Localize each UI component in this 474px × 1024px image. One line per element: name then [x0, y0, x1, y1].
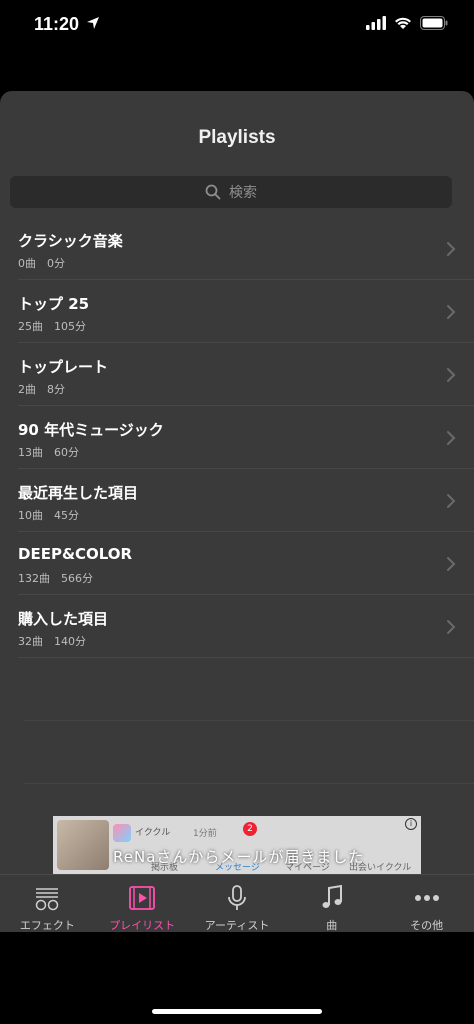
music-note-icon	[322, 884, 342, 908]
tab-playlist[interactable]: プレイリスト	[95, 875, 190, 932]
tab-label: その他	[410, 919, 444, 932]
list-item[interactable]: 購入した項目 32曲 140分	[18, 595, 474, 658]
playlist-meta: 2曲 8分	[18, 383, 65, 396]
location-arrow-icon	[87, 17, 99, 29]
tab-songs[interactable]: 曲	[284, 875, 379, 932]
tab-more[interactable]: その他	[379, 875, 474, 932]
status-bar: 11:20	[0, 0, 474, 52]
empty-row	[24, 658, 474, 721]
wifi-icon	[395, 17, 411, 29]
list-item[interactable]: DEEP&COLOR 132曲 566分	[18, 532, 474, 595]
chevron-right-icon	[447, 242, 456, 256]
playlist-title: 購入した項目	[18, 610, 109, 628]
ad-message: ReNaさんからメールが届きました	[113, 848, 365, 866]
tab-artist[interactable]: アーティスト	[190, 875, 285, 932]
playlist-meta: 13曲 60分	[18, 446, 79, 459]
more-icon	[414, 895, 439, 901]
list-item[interactable]: 90 年代ミュージック 13曲 60分	[18, 406, 474, 469]
home-indicator[interactable]	[152, 1009, 322, 1014]
playlist-meta: 0曲 0分	[18, 257, 65, 270]
chevron-right-icon	[447, 368, 456, 382]
playlist-title: クラシック音楽	[18, 232, 123, 250]
tab-effect[interactable]: エフェクト	[0, 875, 95, 932]
page-title: Playlists	[198, 127, 276, 148]
microphone-icon	[228, 885, 246, 910]
search-placeholder: 検索	[229, 185, 257, 201]
ad-time: 1分前	[193, 829, 217, 839]
chevron-right-icon	[447, 305, 456, 319]
search-bar[interactable]: 検索	[10, 176, 452, 208]
tab-label: プレイリスト	[109, 919, 176, 932]
chevron-right-icon	[447, 494, 456, 508]
chevron-right-icon	[447, 557, 456, 571]
list-item[interactable]: トップレート 2曲 8分	[18, 343, 474, 406]
battery-icon	[420, 16, 448, 30]
playlist-title: トップ 25	[18, 295, 90, 313]
ad-app-icon	[113, 824, 131, 842]
playlist-title: 90 年代ミュージック	[18, 421, 164, 439]
ad-badge: 2	[243, 822, 257, 836]
tab-bar: エフェクト プレイリスト アーティスト 曲 その他	[0, 874, 474, 932]
playlist-list: クラシック音楽 0曲 0分 トップ 25 25曲 105分 トップレート 2曲 …	[0, 217, 474, 784]
ad-avatar	[57, 820, 109, 870]
ad-app-name: イククル	[135, 828, 171, 838]
playlists-sheet: Playlists 検索 クラシック音楽 0曲 0分 トップ 25 25曲 10…	[0, 91, 474, 932]
ad-banner[interactable]: イククル 1分前 掲示板 メッセージ マイページ 出会いイククル 2 ReNaさ…	[53, 816, 421, 874]
tab-label: エフェクト	[19, 919, 75, 932]
search-icon	[205, 184, 221, 200]
playlist-icon	[129, 886, 156, 910]
empty-row	[24, 721, 474, 784]
playlist-meta: 132曲 566分	[18, 572, 93, 585]
playlist-title: トップレート	[18, 358, 109, 376]
tab-label: 曲	[326, 919, 338, 932]
tab-label: アーティスト	[204, 919, 270, 932]
chevron-right-icon	[447, 431, 456, 445]
equalizer-icon	[36, 888, 59, 911]
signal-icon	[366, 16, 386, 30]
chevron-right-icon	[447, 620, 456, 634]
status-time: 11:20	[34, 14, 80, 34]
status-icons	[366, 16, 448, 30]
list-item[interactable]: 最近再生した項目 10曲 45分	[18, 469, 474, 532]
playlist-meta: 10曲 45分	[18, 509, 79, 522]
playlist-meta: 32曲 140分	[18, 635, 86, 648]
playlist-title: DEEP&COLOR	[18, 545, 133, 563]
list-item[interactable]: クラシック音楽 0曲 0分	[18, 217, 474, 280]
playlist-meta: 25曲 105分	[18, 320, 86, 333]
ad-info-icon[interactable]: i	[405, 818, 417, 830]
list-item[interactable]: トップ 25 25曲 105分	[18, 280, 474, 343]
playlist-title: 最近再生した項目	[18, 484, 139, 502]
